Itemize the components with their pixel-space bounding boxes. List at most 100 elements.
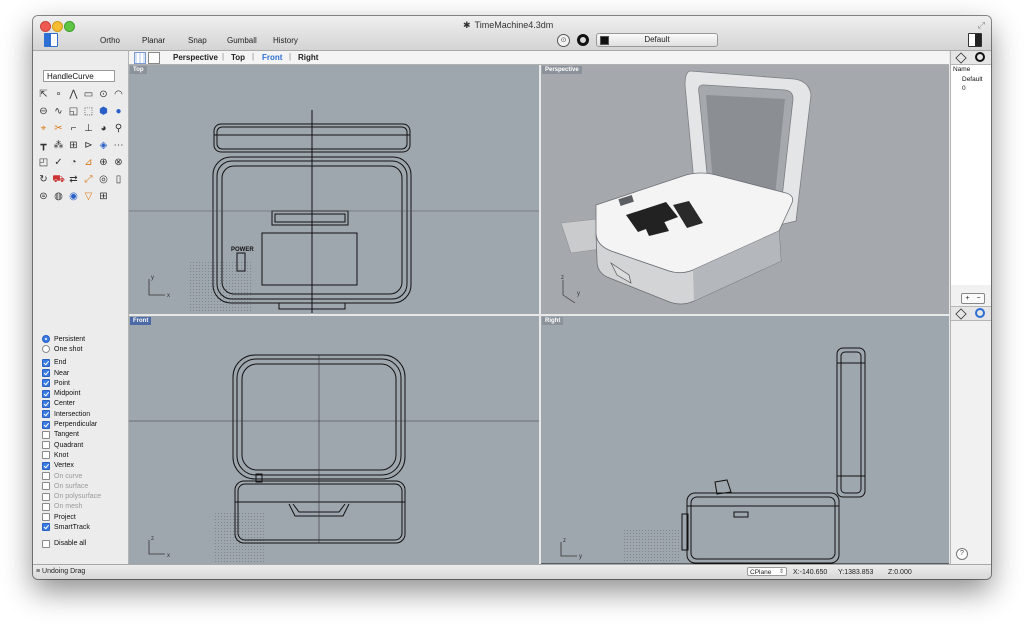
four-view-layout-icon[interactable] bbox=[134, 52, 146, 64]
close-window-button[interactable] bbox=[40, 21, 51, 32]
tool-filter-button[interactable]: ▽ bbox=[82, 190, 95, 203]
fullscreen-icon[interactable]: ⤢ bbox=[978, 20, 985, 31]
tool-zoom-button[interactable]: ⊕ bbox=[97, 156, 110, 169]
tool-doc-button[interactable]: ▯ bbox=[112, 173, 125, 186]
tool-explode-button[interactable]: ⁂ bbox=[52, 139, 65, 152]
front-viewport[interactable]: Front z x bbox=[129, 316, 539, 564]
tool-sphere-button[interactable]: ● bbox=[112, 105, 125, 118]
top-viewport[interactable]: Top POWER y x bbox=[129, 65, 539, 314]
tool-arc-button[interactable]: ◠ bbox=[112, 88, 125, 101]
tool-mesh-button[interactable]: ◈ bbox=[97, 139, 110, 152]
history-toggle[interactable]: History bbox=[273, 36, 298, 45]
tool-render-button[interactable]: ◕ bbox=[97, 122, 110, 135]
snap-midpoint-checkbox[interactable] bbox=[42, 389, 50, 398]
render-circle-icon[interactable] bbox=[577, 34, 589, 46]
snap-vertex-row[interactable]: Vertex bbox=[42, 461, 126, 471]
tool-render-sphere-button[interactable]: ◉ bbox=[67, 190, 80, 203]
single-view-layout-icon[interactable] bbox=[148, 52, 160, 64]
ortho-toggle[interactable]: Ortho bbox=[100, 36, 120, 45]
snap-smarttrack-checkbox[interactable] bbox=[42, 523, 50, 532]
add-layer-button[interactable]: + bbox=[962, 294, 973, 303]
perspective-viewport[interactable]: Perspective z y bbox=[541, 65, 949, 314]
current-layer-dropdown[interactable]: Default bbox=[596, 33, 718, 47]
tool-layer-tool-button[interactable]: ◔ bbox=[67, 156, 80, 169]
layer-row-0[interactable]: 0 bbox=[962, 85, 966, 92]
tool-bulb-button[interactable]: ◎ bbox=[97, 173, 110, 186]
zoom-window-button[interactable] bbox=[64, 21, 75, 32]
snap-end-checkbox[interactable] bbox=[42, 358, 50, 367]
snap-perpendicular-checkbox[interactable] bbox=[42, 420, 50, 429]
tool-polyline-button[interactable]: ⋀ bbox=[67, 88, 80, 101]
tool-extrude-button[interactable]: ⬚ bbox=[82, 105, 95, 118]
snap-center-checkbox[interactable] bbox=[42, 399, 50, 408]
remove-layer-button[interactable]: − bbox=[973, 294, 984, 303]
snap-center-row[interactable]: Center bbox=[42, 399, 126, 409]
viewport-label-front[interactable]: Front bbox=[130, 317, 152, 325]
tool-transform-button[interactable]: ⌖ bbox=[37, 122, 50, 135]
snap-on-mesh-checkbox[interactable] bbox=[42, 502, 50, 511]
gumball-toggle[interactable]: Gumball bbox=[227, 36, 257, 45]
tool-boolean-button[interactable]: ✂ bbox=[52, 122, 65, 135]
layer-row-default[interactable]: Default bbox=[962, 76, 983, 83]
persistent-radio-row[interactable]: Persistent bbox=[42, 334, 126, 344]
snap-quadrant-checkbox[interactable] bbox=[42, 441, 50, 450]
snap-point-row[interactable]: Point bbox=[42, 378, 126, 388]
snap-toggle[interactable]: Snap bbox=[188, 36, 207, 45]
tool-measure-button[interactable]: ⋯ bbox=[112, 139, 125, 152]
snap-on-polysurface-row[interactable]: On polysurface bbox=[42, 491, 126, 501]
menu-lines-icon[interactable]: ≡ bbox=[36, 568, 40, 575]
snap-point-checkbox[interactable] bbox=[42, 379, 50, 388]
snap-smarttrack-row[interactable]: SmartTrack bbox=[42, 522, 126, 532]
tool-surface-button[interactable]: ◱ bbox=[67, 105, 80, 118]
viewport-label-right[interactable]: Right bbox=[542, 317, 564, 325]
snap-on-surface-checkbox[interactable] bbox=[42, 482, 50, 491]
tool-select-arrow-button[interactable]: ⇱ bbox=[37, 88, 50, 101]
tool-fillet-button[interactable]: ⌐ bbox=[67, 122, 80, 135]
tool-check-button[interactable]: ✓ bbox=[52, 156, 65, 169]
tool-scale-button[interactable]: ⤢ bbox=[82, 173, 95, 186]
layers-icon[interactable] bbox=[955, 308, 967, 320]
help-icon[interactable]: ? bbox=[956, 548, 968, 560]
tab-right[interactable]: Right bbox=[298, 53, 318, 62]
tool-rectangle-button[interactable]: ▭ bbox=[82, 88, 95, 101]
tool-point-button[interactable]: ∘ bbox=[52, 88, 65, 101]
tab-front[interactable]: Front bbox=[262, 53, 282, 62]
planar-toggle[interactable]: Planar bbox=[142, 36, 165, 45]
tool-material-button[interactable]: ◍ bbox=[52, 190, 65, 203]
snap-on-surface-row[interactable]: On surface bbox=[42, 481, 126, 491]
viewport-label-top[interactable]: Top bbox=[130, 66, 147, 74]
snap-knot-row[interactable]: Knot bbox=[42, 450, 126, 460]
tool-curve-button[interactable]: ∿ bbox=[52, 105, 65, 118]
snap-perpendicular-row[interactable]: Perpendicular bbox=[42, 419, 126, 429]
one-shot-radio-row[interactable]: One shot bbox=[42, 344, 126, 354]
tool-properties-button[interactable]: ⊜ bbox=[37, 190, 50, 203]
snap-knot-checkbox[interactable] bbox=[42, 451, 50, 460]
tool-solid-button[interactable]: ⬢ bbox=[97, 105, 110, 118]
tool-circle-button[interactable]: ⊙ bbox=[97, 88, 110, 101]
snap-on-mesh-row[interactable]: On mesh bbox=[42, 502, 126, 512]
snap-project-row[interactable]: Project bbox=[42, 512, 126, 522]
display-circle-icon[interactable] bbox=[975, 52, 985, 62]
tool-move-button[interactable]: ⇄ bbox=[67, 173, 80, 186]
disable-all-row[interactable]: Disable all bbox=[42, 539, 126, 549]
tool-ellipse-button[interactable]: ⊖ bbox=[37, 105, 50, 118]
snap-intersection-row[interactable]: Intersection bbox=[42, 409, 126, 419]
properties-circle-icon[interactable] bbox=[975, 308, 985, 318]
display-mode-icon[interactable]: ⊙ bbox=[557, 34, 570, 47]
tool-grid-tool-button[interactable]: ⊞ bbox=[97, 190, 110, 203]
tool-analyze-button[interactable]: ⚲ bbox=[112, 122, 125, 135]
snap-quadrant-row[interactable]: Quadrant bbox=[42, 440, 126, 450]
snap-project-checkbox[interactable] bbox=[42, 513, 50, 522]
tool-dimension-button[interactable]: ┳ bbox=[37, 139, 50, 152]
tool-car-button[interactable]: ⛟ bbox=[52, 173, 65, 186]
one-shot-radio[interactable] bbox=[42, 345, 50, 354]
snap-end-row[interactable]: End bbox=[42, 358, 126, 368]
layers-icon[interactable] bbox=[955, 52, 967, 64]
cplane-dropdown[interactable]: CPlane bbox=[747, 567, 787, 577]
minimize-window-button[interactable] bbox=[52, 21, 63, 32]
tool-array-button[interactable]: ◰ bbox=[37, 156, 50, 169]
persistent-radio[interactable] bbox=[42, 335, 50, 344]
tool-group-button[interactable]: ⊞ bbox=[67, 139, 80, 152]
left-panel-toggle-button[interactable] bbox=[44, 33, 58, 47]
snap-on-curve-row[interactable]: On curve bbox=[42, 471, 126, 481]
